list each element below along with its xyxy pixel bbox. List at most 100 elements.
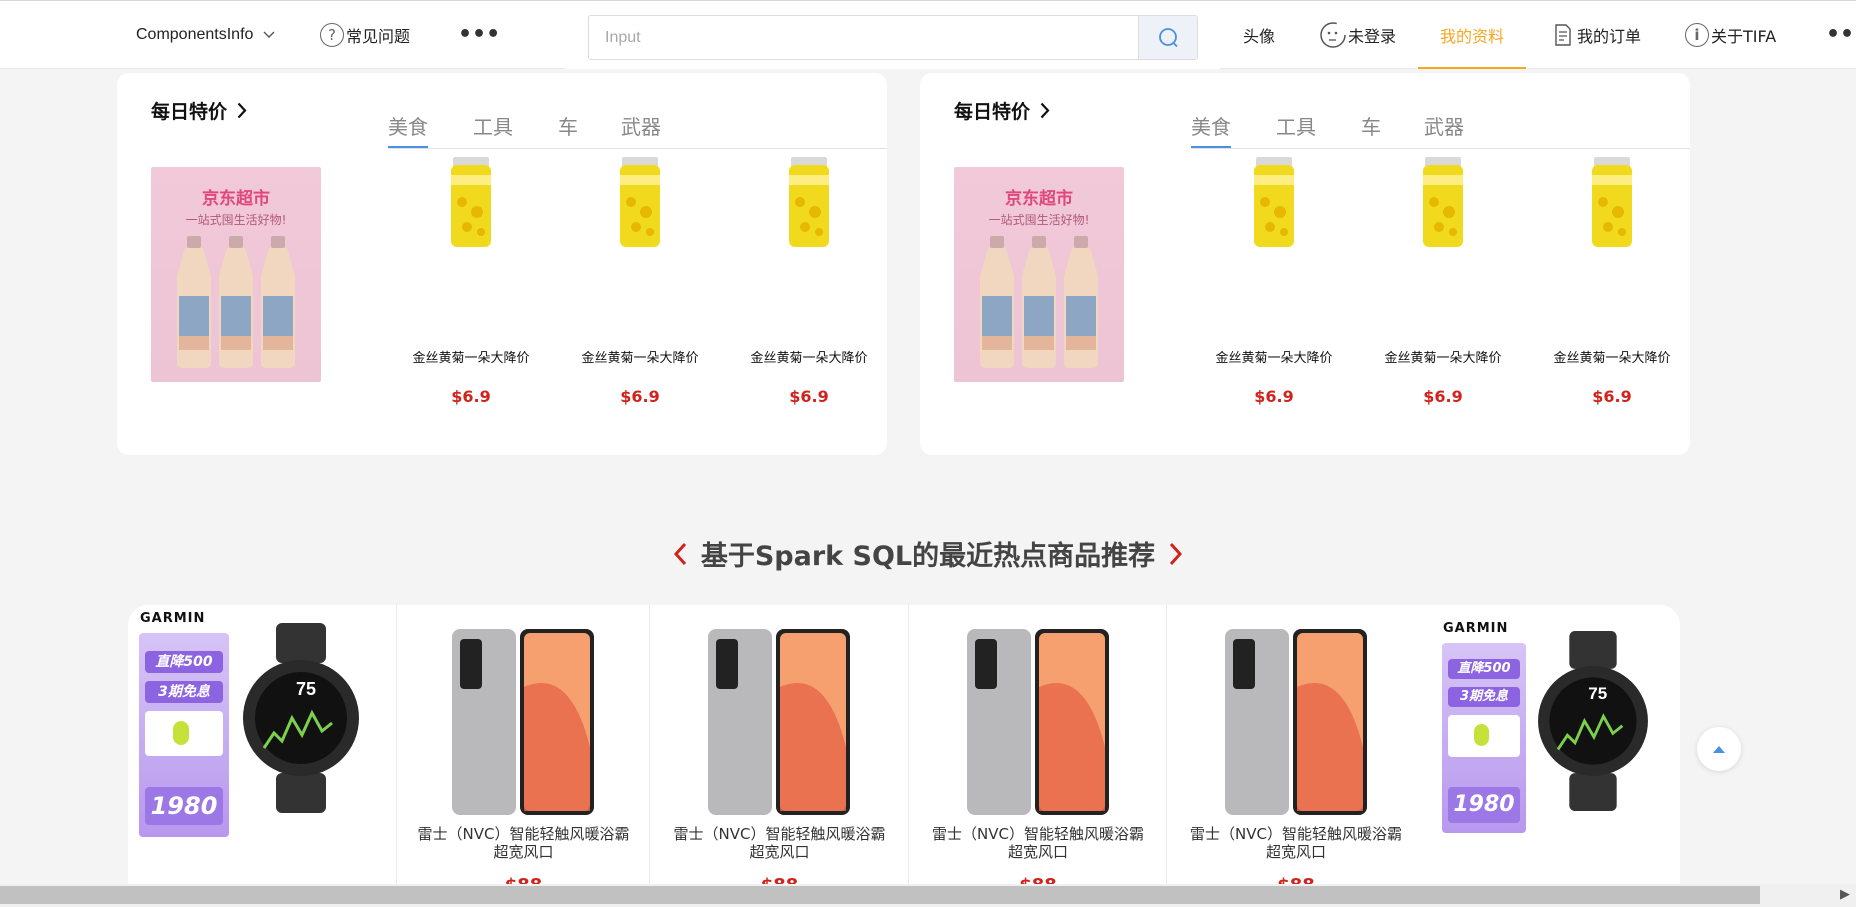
recommend-title: 基于Spark SQL的最近热点商品推荐	[700, 541, 1156, 572]
caret-up-icon	[1713, 746, 1725, 753]
avatar-link[interactable]: 头像	[1243, 1, 1275, 69]
product-price: $6.9	[1254, 387, 1294, 406]
chevron-left-icon[interactable]	[673, 542, 687, 566]
more-dots-icon: •••	[458, 22, 501, 47]
faq-label: 常见问题	[346, 27, 411, 46]
chrysanthemum-jar-image	[620, 157, 660, 247]
recommend-product-card[interactable]: 雷士（NVC）智能轻触风暖浴霸超宽风口 $88	[396, 605, 650, 885]
recommend-product-card[interactable]: 雷士（NVC）智能轻触风暖浴霸超宽风口 $88	[1166, 605, 1425, 885]
search-button[interactable]	[1138, 16, 1197, 59]
tab-car[interactable]: 车	[558, 103, 578, 147]
product-price: $6.9	[620, 387, 660, 406]
my-orders-link[interactable]: 我的订单	[1553, 1, 1641, 69]
more-menu-right[interactable]: •••	[1826, 1, 1856, 69]
recommend-section-heading: 基于Spark SQL的最近热点商品推荐	[0, 534, 1856, 573]
recommend-carousel: GARMIN 直降500 3期免息 1980 75 雷士（NVC）智能轻触风暖浴…	[128, 605, 1680, 885]
recommend-product-card[interactable]: 雷士（NVC）智能轻触风暖浴霸超宽风口 $88	[649, 605, 909, 885]
top-nav: ComponentsInfo ? 常见问题 ••• 头像 未登录	[0, 0, 1856, 69]
product-price: $6.9	[1423, 387, 1463, 406]
milk-bottle-image	[219, 236, 253, 368]
tab-weapons[interactable]: 武器	[621, 103, 661, 147]
product-name: 金丝黄菊一朵大降价	[750, 351, 868, 366]
scroll-right-arrow-icon[interactable]: ▶	[1840, 887, 1850, 902]
chevron-right-icon	[1040, 102, 1050, 119]
daily-deal-title[interactable]: 每日特价	[151, 97, 247, 124]
my-profile-label: 我的资料	[1440, 27, 1505, 46]
tab-food[interactable]: 美食	[1191, 103, 1231, 148]
daily-deal-card: 每日特价 美食 工具 车 武器 京东超市 一站式囤生活好物! 金丝黄菊一朵大降价…	[117, 73, 887, 455]
chrysanthemum-jar-image	[451, 157, 491, 247]
promo-price: 1980	[1448, 787, 1520, 823]
login-status-link[interactable]: 未登录	[1319, 1, 1396, 69]
product-title: 雷士（NVC）智能轻触风暖浴霸 超宽风口	[1190, 825, 1402, 861]
deal-tab-bar: 美食 工具 车 武器	[388, 103, 887, 149]
product-price: $6.9	[789, 387, 829, 406]
about-label: 关于TIFA	[1711, 27, 1777, 46]
garmin-logo: GARMIN	[140, 611, 206, 626]
avatar-label: 头像	[1243, 27, 1276, 46]
product-title: 雷士（NVC）智能轻触风暖浴霸 超宽风口	[932, 825, 1144, 861]
chrysanthemum-jar-image	[789, 157, 829, 247]
tab-car[interactable]: 车	[1361, 103, 1381, 147]
product-title: 雷士（NVC）智能轻触风暖浴霸 超宽风口	[417, 825, 630, 861]
chevron-down-icon	[263, 31, 275, 38]
daily-deal-card: 每日特价 美食 工具 车 武器 京东超市 一站式囤生活好物! 金丝黄菊一朵大降价…	[920, 73, 1690, 455]
my-orders-label: 我的订单	[1577, 27, 1642, 46]
product-price: $6.9	[451, 387, 491, 406]
back-to-top-button[interactable]	[1697, 727, 1741, 771]
daily-deal-title-text: 每日特价	[151, 101, 228, 123]
banner-title: 京东超市	[1005, 189, 1073, 209]
tab-food[interactable]: 美食	[388, 103, 428, 148]
horizontal-scrollbar[interactable]: ▶	[0, 884, 1856, 907]
heart-rate-value: 75	[1588, 684, 1607, 703]
daily-deal-title-text: 每日特价	[954, 101, 1031, 123]
product-name: 金丝黄菊一朵大降价	[581, 351, 699, 366]
chevron-right-icon[interactable]	[1169, 542, 1183, 566]
search-input[interactable]	[589, 16, 1139, 59]
document-icon	[1555, 24, 1571, 46]
milk-bottle-image	[1022, 236, 1056, 368]
sensor-image	[145, 711, 223, 756]
product-name: 金丝黄菊一朵大降价	[412, 351, 530, 366]
promo-panel: 直降500 3期免息 1980	[139, 633, 229, 837]
supermarket-banner[interactable]: 京东超市 一站式囤生活好物!	[954, 167, 1124, 382]
smartwatch-image: 75	[1538, 631, 1648, 811]
milk-bottle-image	[980, 236, 1014, 368]
chrysanthemum-jar-image	[1423, 157, 1463, 247]
more-dots-icon: •••	[1826, 22, 1856, 47]
sensor-image	[1448, 715, 1520, 757]
chevron-right-icon	[237, 102, 247, 119]
more-menu-left[interactable]: •••	[458, 1, 500, 69]
promo-panel: 直降500 3期免息 1980	[1442, 643, 1526, 833]
faq-link[interactable]: ? 常见问题	[320, 1, 410, 69]
not-logged-in-label: 未登录	[1348, 27, 1397, 46]
daily-deal-title[interactable]: 每日特价	[954, 97, 1050, 124]
my-profile-link[interactable]: 我的资料	[1417, 1, 1527, 69]
product-price: $6.9	[1592, 387, 1632, 406]
recommend-product-card[interactable]: 雷士（NVC）智能轻触风暖浴霸超宽风口 $88	[908, 605, 1167, 885]
tab-tools[interactable]: 工具	[1276, 103, 1316, 147]
promo-badge: 3期免息	[145, 681, 223, 703]
info-circle-icon: i	[1685, 23, 1709, 47]
supermarket-banner[interactable]: 京东超市 一站式囤生活好物!	[151, 167, 321, 382]
banner-subtitle: 一站式囤生活好物!	[185, 213, 287, 227]
chrysanthemum-jar-image	[1254, 157, 1294, 247]
banner-title: 京东超市	[202, 189, 270, 209]
garmin-ad-banner[interactable]: GARMIN 直降500 3期免息 1980 75	[128, 605, 388, 885]
deal-tab-bar: 美食 工具 车 武器	[1191, 103, 1690, 149]
about-link[interactable]: i 关于TIFA	[1685, 1, 1776, 69]
smartwatch-image: 75	[243, 623, 359, 813]
question-circle-icon: ?	[320, 23, 344, 47]
product-name: 金丝黄菊一朵大降价	[1553, 351, 1671, 366]
components-info-dropdown[interactable]: ComponentsInfo	[136, 1, 275, 69]
milk-bottle-image	[261, 236, 295, 368]
tab-weapons[interactable]: 武器	[1424, 103, 1464, 147]
smartphone-image	[452, 629, 594, 815]
chrysanthemum-jar-image	[1592, 157, 1632, 247]
banner-subtitle: 一站式囤生活好物!	[988, 213, 1090, 227]
tab-tools[interactable]: 工具	[473, 103, 513, 147]
garmin-ad-banner[interactable]: GARMIN 直降500 3期免息 1980 75	[1428, 605, 1680, 885]
scrollbar-thumb[interactable]	[0, 886, 1760, 904]
promo-badge: 直降500	[145, 651, 223, 673]
product-name: 金丝黄菊一朵大降价	[1215, 351, 1333, 366]
